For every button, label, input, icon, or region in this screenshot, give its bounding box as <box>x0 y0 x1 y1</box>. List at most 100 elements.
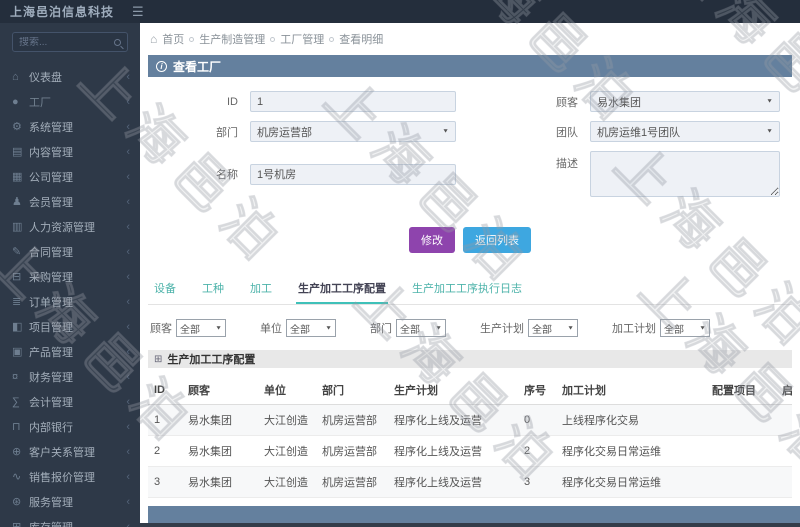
tab[interactable]: 设备 <box>152 277 178 304</box>
filter-value: 全部 <box>664 324 684 336</box>
sidebar-item[interactable]: ∑ 会计管理 ‹ <box>0 389 140 414</box>
sidebar-search[interactable] <box>12 32 128 52</box>
tab[interactable]: 工种 <box>200 277 226 304</box>
department-select[interactable]: 机房运营部 ▼ <box>250 121 456 142</box>
home-icon: ⌂ <box>12 70 19 83</box>
tab-bar: 设备 工种 加工 生产加工工序配置 生产加工工序执行日志 <box>148 271 792 305</box>
caret-down-icon: ▼ <box>567 325 574 331</box>
sidebar-item[interactable]: ▥ 人力资源管理 ‹ <box>0 214 140 239</box>
breadcrumb-home[interactable]: 首页 <box>162 31 184 47</box>
search-input[interactable] <box>19 36 114 48</box>
hamburger-menu-icon[interactable]: ☰ <box>132 4 144 20</box>
cell-customer: 易水集团 <box>182 466 258 498</box>
tab[interactable]: 加工 <box>248 277 274 304</box>
sidebar-item[interactable]: ⌂ 仪表盘 ‹ <box>0 64 140 89</box>
sidebar-item-label: 系统管理 <box>29 121 73 134</box>
sidebar-item-label: 产品管理 <box>29 346 73 359</box>
inventory-icon: ⊞ <box>12 521 22 527</box>
sidebar-item-label: 订单管理 <box>29 296 73 309</box>
caret-down-icon: ▼ <box>215 325 222 331</box>
sidebar-item[interactable]: ⊞ 库存管理 ‹ <box>0 514 140 527</box>
sidebar-item[interactable]: ♟ 会员管理 ‹ <box>0 189 140 214</box>
breadcrumb-manufacturing[interactable]: 生产制造管理 <box>199 31 265 47</box>
back-to-list-button[interactable]: 返回列表 <box>463 227 531 253</box>
cell-unit: 大江创造 <box>258 435 316 467</box>
table-row[interactable]: 2 易水集团 大江创造 机房运营部 程序化上线及运营 2 程序化交易日常运维 <box>148 435 792 467</box>
sidebar-item[interactable]: ▣ 产品管理 ‹ <box>0 339 140 364</box>
department-value: 机房运营部 <box>257 126 312 139</box>
quote-icon: ∿ <box>12 471 22 483</box>
filter-group: 部门 全部 ▼ <box>370 319 446 337</box>
filter-label: 单位 <box>260 323 282 335</box>
sidebar-item[interactable]: ∿ 销售报价管理 ‹ <box>0 464 140 489</box>
table-row[interactable]: 1 易水集团 大江创造 机房运营部 程序化上线及运营 0 上线程序化交易 <box>148 404 792 436</box>
info-icon: i <box>156 60 167 72</box>
sidebar-item[interactable]: ⊛ 服务管理 ‹ <box>0 489 140 514</box>
tab[interactable]: 生产加工工序配置 <box>296 277 388 304</box>
filter-select[interactable]: 全部 ▼ <box>176 319 226 337</box>
sidebar-item-label: 内部银行 <box>29 421 73 434</box>
sidebar-item[interactable]: ⊓ 内部银行 ‹ <box>0 414 140 439</box>
modify-button[interactable]: 修改 <box>409 227 455 253</box>
cell-sequence: 2 <box>518 435 556 467</box>
caret-down-icon: ▼ <box>766 128 773 135</box>
sidebar-item[interactable]: ▦ 公司管理 ‹ <box>0 164 140 189</box>
customer-select[interactable]: 易水集团 ▼ <box>590 91 780 112</box>
cell-department: 机房运营部 <box>316 404 388 436</box>
col-enabled: 启用 <box>776 376 792 405</box>
cell-id: 1 <box>148 404 182 436</box>
table-row[interactable]: 3 易水集团 大江创造 机房运营部 程序化上线及运营 3 程序化交易日常运维 <box>148 466 792 498</box>
top-bar: 上海邑泊信息科技 ☰ <box>0 0 800 23</box>
col-unit: 单位 <box>258 376 316 405</box>
tab[interactable]: 生产加工工序执行日志 <box>410 277 524 304</box>
product-icon: ▣ <box>12 346 23 358</box>
id-input[interactable] <box>250 91 456 112</box>
cell-processing-plan: 上线程序化交易 <box>556 404 706 436</box>
customer-label: 顾客 <box>556 96 578 109</box>
filter-select[interactable]: 全部 ▼ <box>286 319 336 337</box>
gear-icon: ⚙ <box>12 121 22 133</box>
chevron-left-icon: ‹ <box>126 370 130 383</box>
chevron-left-icon: ‹ <box>126 245 130 258</box>
sidebar-item[interactable]: ◧ 项目管理 ‹ <box>0 314 140 339</box>
chevron-left-icon: ‹ <box>126 520 130 527</box>
filter-label: 部门 <box>370 323 392 335</box>
filter-value: 全部 <box>400 324 420 336</box>
cell-config-item <box>706 435 776 467</box>
sidebar-item[interactable]: ▤ 内容管理 ‹ <box>0 139 140 164</box>
col-production-plan: 生产计划 <box>388 376 518 405</box>
dot-icon: ● <box>12 95 19 108</box>
sidebar-item[interactable]: ≣ 订单管理 ‹ <box>0 289 140 314</box>
sidebar-item[interactable]: ● 工厂 ‹ <box>0 89 140 114</box>
sidebar-item[interactable]: ⚙ 系统管理 ‹ <box>0 114 140 139</box>
name-label: 名称 <box>216 169 238 181</box>
filter-select[interactable]: 全部 ▼ <box>660 319 710 337</box>
main-content: ⌂ 首页 生产制造管理 工厂管理 查看明细 i 查看工厂 ID 顾客 易水集团 <box>140 23 800 527</box>
sidebar-item[interactable]: ⊟ 采购管理 ‹ <box>0 264 140 289</box>
sidebar-item-label: 销售报价管理 <box>29 471 95 484</box>
team-select[interactable]: 机房运维1号团队 ▼ <box>590 121 780 142</box>
filter-label: 生产计划 <box>480 323 524 335</box>
hr-icon: ▥ <box>12 221 23 233</box>
sidebar-item[interactable]: ¤ 财务管理 ‹ <box>0 364 140 389</box>
filter-select[interactable]: 全部 ▼ <box>528 319 578 337</box>
chevron-left-icon: ‹ <box>126 70 130 83</box>
sidebar-item[interactable]: ⊕ 客户关系管理 ‹ <box>0 439 140 464</box>
field-name: 名称 <box>150 151 456 197</box>
sidebar-item-label: 采购管理 <box>29 271 73 284</box>
cell-enabled <box>776 466 792 498</box>
name-input[interactable] <box>250 163 456 185</box>
filter-group: 生产计划 全部 ▼ <box>480 319 578 337</box>
filter-select[interactable]: 全部 ▼ <box>396 319 446 337</box>
sidebar-item-label: 人力资源管理 <box>29 221 95 234</box>
sidebar-item-label: 服务管理 <box>29 496 73 509</box>
table-section-header: ⊞ 生产加工工序配置 <box>148 350 792 368</box>
department-label: 部门 <box>216 126 238 139</box>
filter-group: 单位 全部 ▼ <box>260 319 336 337</box>
breadcrumb-factory[interactable]: 工厂管理 <box>280 31 324 47</box>
chevron-left-icon: ‹ <box>126 420 130 433</box>
filter-value: 全部 <box>290 324 310 336</box>
member-icon: ♟ <box>12 196 22 208</box>
sidebar-item[interactable]: ✎ 合同管理 ‹ <box>0 239 140 264</box>
description-textarea[interactable] <box>590 151 780 197</box>
